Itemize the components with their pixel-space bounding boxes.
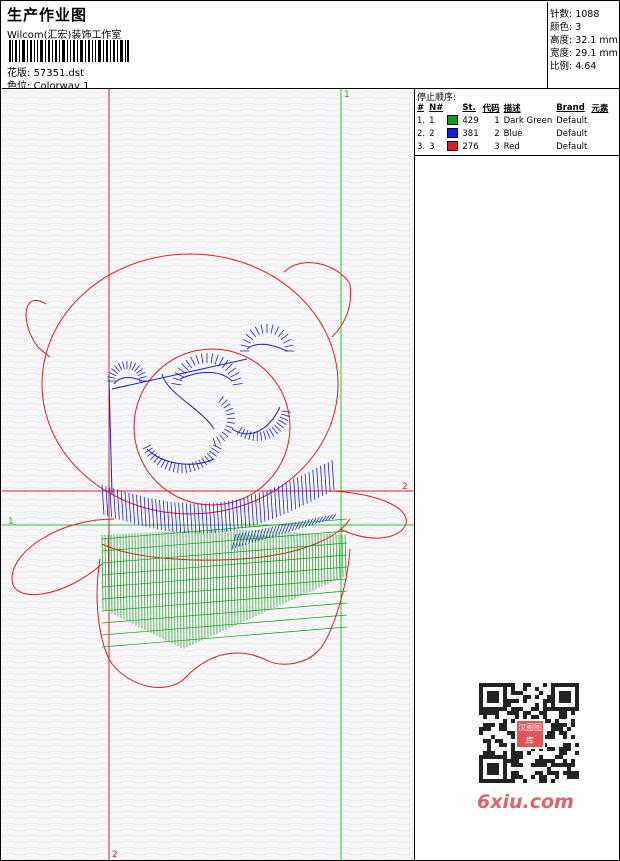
stat-scale: 比例: 4.64	[550, 61, 597, 72]
watermark: 汉图图库 6xiu.com	[471, 681, 583, 821]
stop-sequence-table: # N# St. 代码 描述 Brand 元素 1. 1 429 1 Dark …	[416, 101, 611, 153]
stat-stitches: 针数: 1088	[550, 9, 600, 20]
table-row[interactable]: 3. 3 276 3 Red Default	[416, 140, 611, 153]
col-needle: N#	[429, 102, 444, 113]
stat-colors: 颜色: 3	[550, 22, 582, 33]
guide-label-h1: 1	[8, 517, 14, 527]
guide-label-v2: 2	[112, 850, 118, 860]
page-title: 生产作业图	[7, 6, 88, 24]
company-name: Wilcom(汇宏)装饰工作室	[7, 30, 122, 41]
col-desc: 描述	[503, 103, 521, 114]
guide-label-h2: 2	[402, 482, 408, 492]
stat-height: 高度: 32.1 mm	[550, 35, 618, 46]
table-row[interactable]: 1. 1 429 1 Dark Green Default	[416, 114, 611, 127]
col-stitches: St.	[462, 102, 476, 113]
design-stats: 针数: 1088 颜色: 3 高度: 32.1 mm 宽度: 29.1 mm 比例: 4.…	[548, 2, 619, 89]
watermark-stamp: 汉图图库	[515, 719, 545, 749]
col-color	[446, 101, 461, 114]
col-index: #	[417, 102, 425, 113]
color-swatch	[447, 141, 459, 152]
panel-divider	[415, 155, 619, 156]
col-brand: Brand	[556, 102, 585, 113]
stat-width: 宽度: 29.1 mm	[550, 48, 618, 59]
color-swatch	[447, 115, 459, 126]
barcode	[9, 40, 129, 62]
color-swatch	[447, 128, 459, 139]
production-worksheet: 生产作业图 Wilcom(汇宏)装饰工作室 花版: 57351.dst 色位: …	[0, 0, 620, 861]
watermark-text: 6xiu.com	[477, 791, 574, 813]
col-element: 元素	[591, 103, 609, 114]
col-code: 代码	[482, 103, 500, 114]
design-canvas[interactable]: 1 1 2 2	[2, 89, 415, 860]
guide-label-v1: 1	[344, 90, 350, 100]
table-row[interactable]: 2. 2 381 2 Blue Default	[416, 127, 611, 140]
header-info: 生产作业图 Wilcom(汇宏)装饰工作室 花版: 57351.dst 色位: …	[2, 2, 548, 92]
embroidery-preview: 1 1 2 2	[2, 89, 414, 860]
